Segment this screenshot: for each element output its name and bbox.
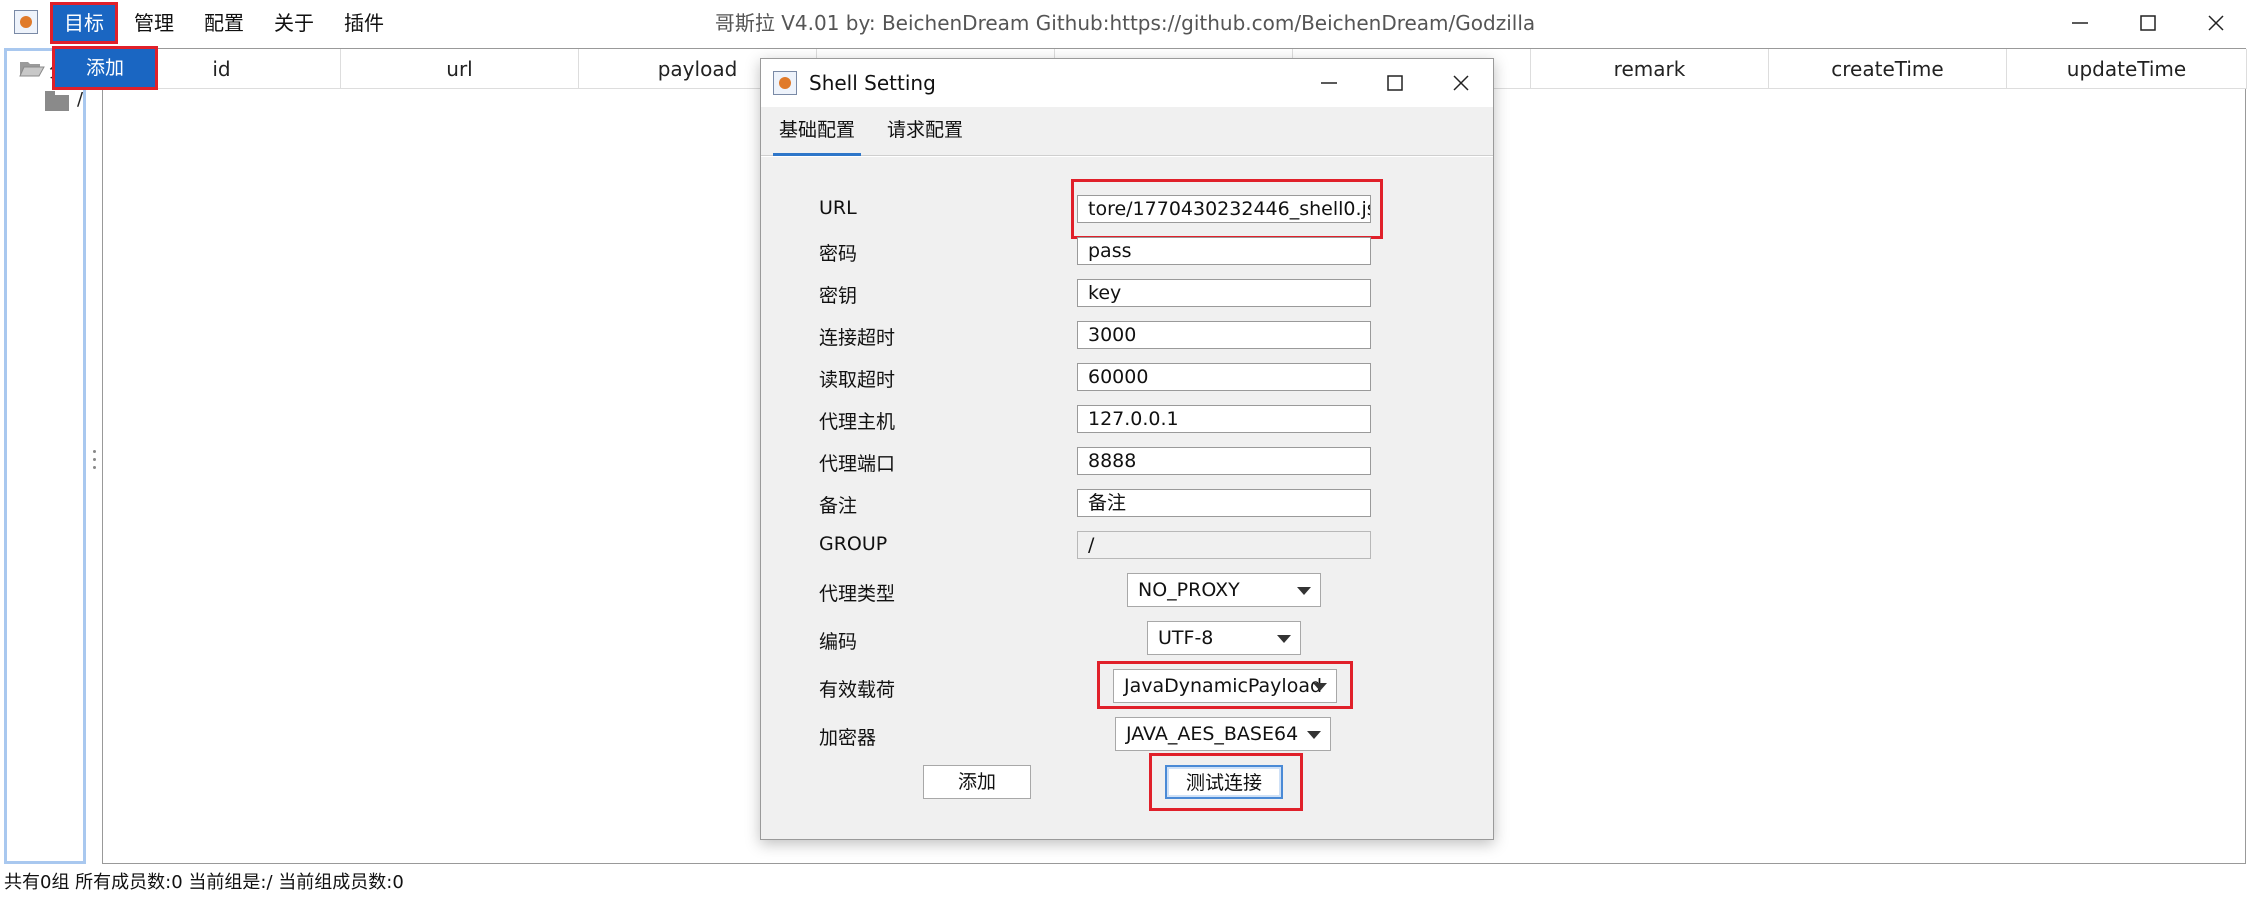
- tree-child-label: /: [77, 89, 84, 110]
- column-header-url[interactable]: url: [341, 49, 579, 89]
- encoding-value: UTF-8: [1158, 627, 1214, 649]
- column-header-createtime[interactable]: createTime: [1769, 49, 2007, 89]
- dialog-title: Shell Setting: [809, 71, 936, 95]
- url-label: URL: [819, 197, 857, 219]
- proxy-host-label: 代理主机: [819, 411, 896, 433]
- close-icon: [1453, 75, 1469, 91]
- menu-about[interactable]: 关于: [262, 4, 326, 42]
- main-titlebar: 哥斯拉 V4.01 by: BeichenDream Github:https:…: [0, 0, 2250, 46]
- password-input[interactable]: pass: [1077, 237, 1371, 265]
- group-input: /: [1077, 531, 1371, 559]
- shell-setting-dialog: Shell Setting 基础配置 请求配置 URL tore/1770430…: [760, 58, 1494, 840]
- basic-config-panel: URL tore/1770430232446_shell0.jsp 密码 pas…: [761, 156, 1493, 840]
- remark-input[interactable]: 备注: [1077, 489, 1371, 517]
- remark-label: 备注: [819, 495, 858, 517]
- window-controls: [2046, 0, 2250, 46]
- key-input[interactable]: key: [1077, 279, 1371, 307]
- key-label: 密钥: [819, 285, 858, 307]
- panel-splitter[interactable]: [90, 48, 98, 864]
- proxy-type-value: NO_PROXY: [1138, 579, 1240, 601]
- chevron-down-icon: [1297, 587, 1311, 595]
- menubar: 目标 管理 配置 关于 插件: [50, 2, 402, 44]
- folder-icon: [45, 91, 69, 111]
- close-button[interactable]: [2182, 0, 2250, 46]
- payload-label: 有效载荷: [819, 679, 896, 701]
- dialog-minimize-button[interactable]: [1295, 59, 1361, 107]
- menu-manage[interactable]: 管理: [122, 4, 186, 42]
- tab-request-config[interactable]: 请求配置: [881, 107, 969, 153]
- dialog-titlebar: Shell Setting: [761, 59, 1493, 107]
- read-timeout-label: 读取超时: [819, 369, 896, 391]
- cryption-select[interactable]: JAVA_AES_BASE64: [1115, 717, 1331, 751]
- java-app-icon: [773, 71, 797, 95]
- tab-basic-config[interactable]: 基础配置: [773, 107, 862, 156]
- column-header-updatetime[interactable]: updateTime: [2007, 49, 2247, 89]
- proxy-port-label: 代理端口: [819, 453, 896, 475]
- cryption-label: 加密器: [819, 727, 877, 749]
- url-highlight: [1071, 179, 1383, 239]
- encoding-label: 编码: [819, 631, 858, 653]
- dialog-controls: [1295, 59, 1493, 107]
- proxy-type-label: 代理类型: [819, 583, 896, 605]
- test-connection-highlight: [1149, 753, 1303, 811]
- cryption-value: JAVA_AES_BASE64: [1126, 723, 1299, 745]
- minimize-button[interactable]: [2046, 0, 2114, 46]
- add-button[interactable]: 添加: [923, 765, 1031, 799]
- maximize-button[interactable]: [2114, 0, 2182, 46]
- menu-target[interactable]: 目标: [50, 2, 118, 44]
- column-header-remark[interactable]: remark: [1531, 49, 1769, 89]
- dialog-tabs: 基础配置 请求配置: [761, 107, 1493, 156]
- group-tree-panel: 分 /: [4, 48, 86, 864]
- dialog-maximize-button[interactable]: [1361, 59, 1427, 107]
- payload-highlight: [1097, 661, 1353, 709]
- dialog-close-button[interactable]: [1427, 59, 1493, 107]
- menu-plugins[interactable]: 插件: [332, 4, 396, 42]
- open-folder-icon: [19, 62, 45, 77]
- group-label: GROUP: [819, 533, 888, 555]
- password-label: 密码: [819, 243, 858, 265]
- maximize-icon: [1387, 75, 1403, 91]
- close-icon: [2208, 15, 2224, 31]
- status-bar: 共有0组 所有成员数:0 当前组是:/ 当前组成员数:0: [4, 872, 404, 893]
- minimize-icon: [2072, 22, 2088, 24]
- menu-add-item[interactable]: 添加: [52, 46, 158, 90]
- maximize-icon: [2140, 15, 2156, 31]
- proxy-port-input[interactable]: 8888: [1077, 447, 1371, 475]
- chevron-down-icon: [1307, 731, 1321, 739]
- read-timeout-input[interactable]: 60000: [1077, 363, 1371, 391]
- connect-timeout-input[interactable]: 3000: [1077, 321, 1371, 349]
- connect-timeout-label: 连接超时: [819, 327, 896, 349]
- encoding-select[interactable]: UTF-8: [1147, 621, 1301, 655]
- proxy-host-input[interactable]: 127.0.0.1: [1077, 405, 1371, 433]
- proxy-type-select[interactable]: NO_PROXY: [1127, 573, 1321, 607]
- minimize-icon: [1321, 82, 1337, 84]
- menu-config[interactable]: 配置: [192, 4, 256, 42]
- chevron-down-icon: [1277, 635, 1291, 643]
